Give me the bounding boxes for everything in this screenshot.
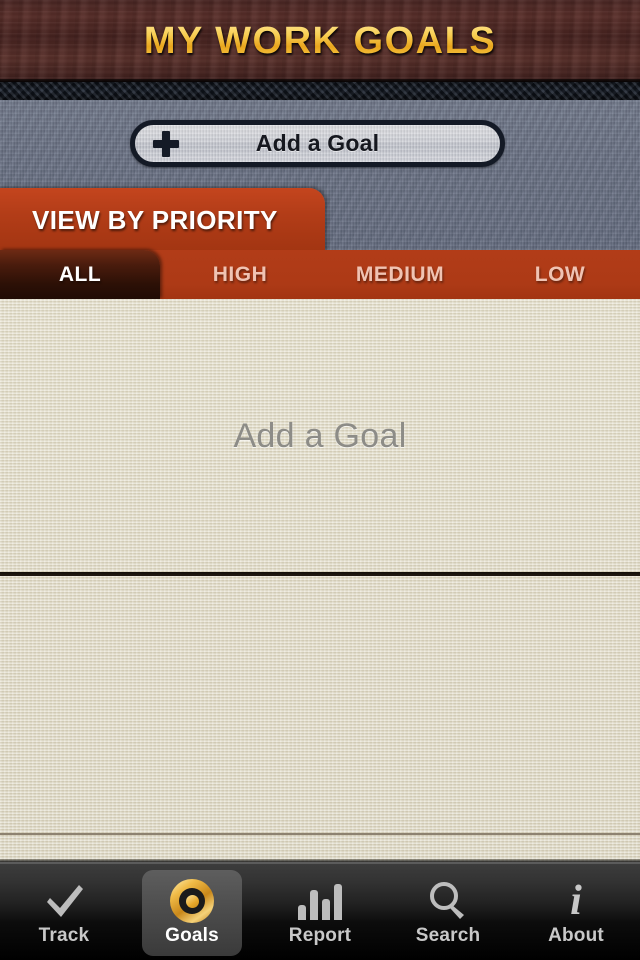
priority-filter-high-label: HIGH (212, 262, 268, 286)
tab-report-label: Report (288, 925, 352, 946)
priority-filter-all-label: ALL (58, 262, 102, 286)
tab-goals-label: Goals (165, 925, 219, 946)
app-header: MY WORK GOALS (0, 0, 640, 82)
list-separator-primary (0, 572, 640, 576)
tab-track-label: Track (38, 925, 90, 946)
priority-filter-high[interactable]: HIGH (160, 250, 320, 299)
add-goal-button[interactable]: Add a Goal (130, 120, 505, 167)
priority-filter-medium[interactable]: MEDIUM (320, 250, 480, 299)
app-screen: MY WORK GOALS Add a Goal VIEW BY PRIORIT… (0, 0, 640, 960)
header-divider-strip (0, 82, 640, 100)
bar-chart-icon (298, 879, 342, 923)
tab-search-label: Search (415, 925, 481, 946)
view-by-priority-label: VIEW BY PRIORITY (32, 204, 278, 235)
list-separator-secondary (0, 833, 640, 835)
tab-search[interactable]: Search (384, 862, 512, 960)
tab-report[interactable]: Report (256, 862, 384, 960)
tab-track[interactable]: Track (0, 862, 128, 960)
priority-filter-bar: ALL HIGH MEDIUM LOW (0, 250, 640, 299)
priority-filter-all[interactable]: ALL (0, 250, 160, 299)
empty-state-label: Add a Goal (233, 416, 407, 455)
target-icon (170, 879, 214, 923)
bottom-tab-bar: Track Goals Report Search i About (0, 862, 640, 960)
goals-list: Add a Goal (0, 299, 640, 862)
tab-goals[interactable]: Goals (128, 862, 256, 960)
view-by-priority-tab[interactable]: VIEW BY PRIORITY (0, 188, 325, 252)
info-icon: i (570, 878, 582, 924)
tab-about-label: About (548, 925, 604, 946)
list-item[interactable]: Add a Goal (0, 299, 640, 573)
priority-filter-medium-label: MEDIUM (355, 262, 445, 286)
plus-icon (153, 130, 179, 157)
page-title: MY WORK GOALS (143, 19, 497, 62)
add-goal-button-label: Add a Goal (255, 130, 380, 156)
priority-filter-low[interactable]: LOW (480, 250, 640, 299)
priority-filter-low-label: LOW (534, 262, 586, 286)
tab-about[interactable]: i About (512, 862, 640, 960)
check-icon (42, 879, 86, 923)
magnifier-icon (427, 879, 469, 923)
